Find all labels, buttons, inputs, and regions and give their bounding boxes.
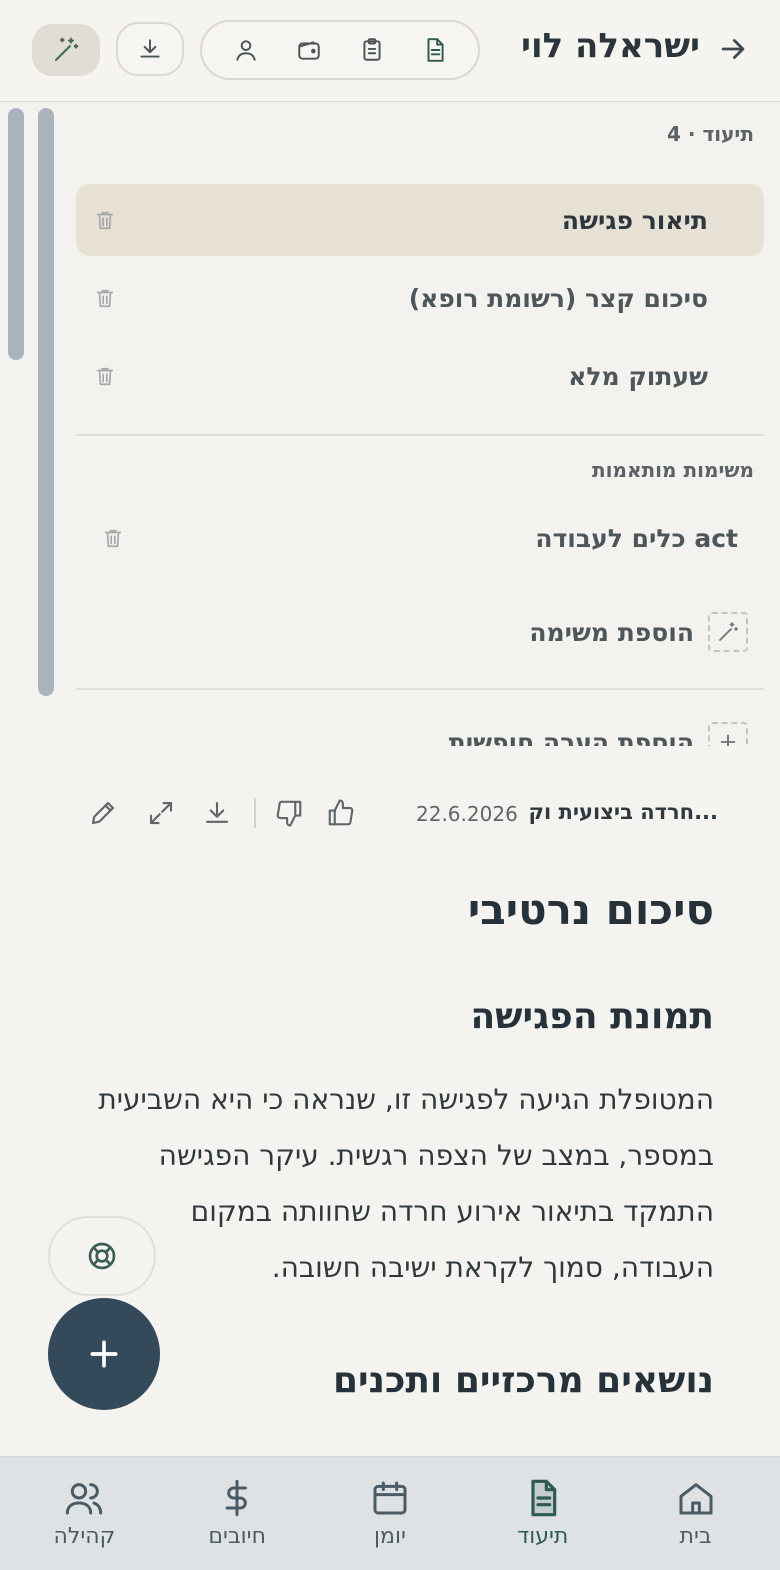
section-heading: תמונת הפגישה (470, 996, 714, 1037)
home-icon (676, 1478, 716, 1518)
dollar-icon (217, 1478, 257, 1518)
calendar-icon (370, 1478, 410, 1518)
trash-icon[interactable] (94, 209, 116, 231)
document-icon (523, 1478, 563, 1518)
app-header: ישראלה לוי (0, 0, 780, 102)
nav-item-label: יומן (374, 1524, 406, 1549)
summary-heading: סיכום נרטיבי (467, 885, 714, 934)
magic-wand-icon (708, 612, 748, 652)
thumbs-up-icon[interactable] (326, 798, 356, 828)
scrollbar-inner[interactable] (38, 108, 54, 696)
docs-section-title: תיעוד · 4 (667, 122, 754, 146)
download-icon[interactable] (202, 798, 232, 828)
thumbs-down-icon[interactable] (274, 798, 304, 828)
add-task-label: הוספת משימה (529, 617, 694, 647)
nav-item-label: בית (679, 1524, 712, 1549)
add-fab-button[interactable] (48, 1298, 160, 1410)
download-button[interactable] (116, 22, 184, 76)
doc-item-label: סיכום קצר (רשומת רופא) (408, 283, 708, 313)
doc-item-label: תיאור פגישה (561, 205, 708, 235)
doc-item-short-summary[interactable]: סיכום קצר (רשומת רופא) (76, 262, 764, 334)
add-task-button[interactable]: הוספת משימה (529, 612, 748, 652)
bottom-navigation: בית תיעוד יומן חיובים קהילה (0, 1456, 780, 1570)
nav-item-calendar[interactable]: יומן (320, 1478, 460, 1549)
wallet-icon[interactable] (296, 37, 322, 63)
file-text-icon[interactable] (422, 37, 448, 63)
nav-item-community[interactable]: קהילה (14, 1478, 154, 1549)
documentation-panel: תיעוד · 4 תיאור פגישה סיכום קצר (רשומת ר… (76, 102, 764, 762)
edit-pencil-icon[interactable] (88, 798, 118, 828)
card-toolbar: חרדה ביצועית וק... 22.6.2026 (30, 746, 774, 828)
help-button[interactable] (48, 1216, 156, 1296)
back-arrow-icon[interactable] (716, 32, 750, 66)
section-heading: נושאים מרכזיים ותכנים (332, 1360, 714, 1401)
download-icon (137, 36, 163, 62)
trash-icon[interactable] (102, 527, 124, 549)
record-view-toggle (200, 20, 480, 80)
doc-item-label: שעתוק מלא (568, 361, 708, 391)
nav-item-billing[interactable]: חיובים (167, 1478, 307, 1549)
trash-icon[interactable] (94, 365, 116, 387)
expand-icon[interactable] (146, 798, 176, 828)
nav-item-documentation[interactable]: תיעוד (473, 1478, 613, 1549)
summary-document: סיכום נרטיבי תמונת הפגישה המטופלת הגיעה … (94, 882, 714, 1436)
nav-item-home[interactable]: בית (626, 1478, 766, 1549)
nav-item-label: תיעוד (517, 1524, 569, 1549)
magic-wand-icon (51, 35, 81, 65)
divider (76, 434, 764, 436)
clipboard-list-icon[interactable] (359, 37, 385, 63)
toolbar-separator (254, 798, 256, 828)
doc-item-full-transcript[interactable]: שעתוק מלא (76, 340, 764, 412)
section-paragraph: המטופלת הגיעה לפגישה זו, שנראה כי היא הש… (98, 1083, 714, 1284)
trash-icon[interactable] (94, 287, 116, 309)
user-icon[interactable] (233, 37, 259, 63)
users-icon (64, 1478, 104, 1518)
patient-name: ישראלה לוי (520, 26, 700, 66)
ai-assist-button[interactable] (32, 24, 100, 76)
doc-item-session-description[interactable]: תיאור פגישה (76, 184, 764, 256)
scrollbar-outer[interactable] (8, 108, 24, 360)
card-date: 22.6.2026 (416, 802, 518, 826)
card-title: חרדה ביצועית וק... (528, 800, 719, 824)
divider (76, 688, 764, 690)
plus-icon (84, 1334, 124, 1374)
nav-item-label: חיובים (208, 1524, 266, 1549)
custom-tasks-title: משימות מותאמות (591, 458, 754, 482)
lifebuoy-icon (86, 1240, 118, 1272)
nav-item-label: קהילה (53, 1524, 116, 1549)
task-item-label: כלים לעבודה act (535, 523, 738, 553)
task-item-act-tools[interactable]: כלים לעבודה act (76, 502, 764, 574)
